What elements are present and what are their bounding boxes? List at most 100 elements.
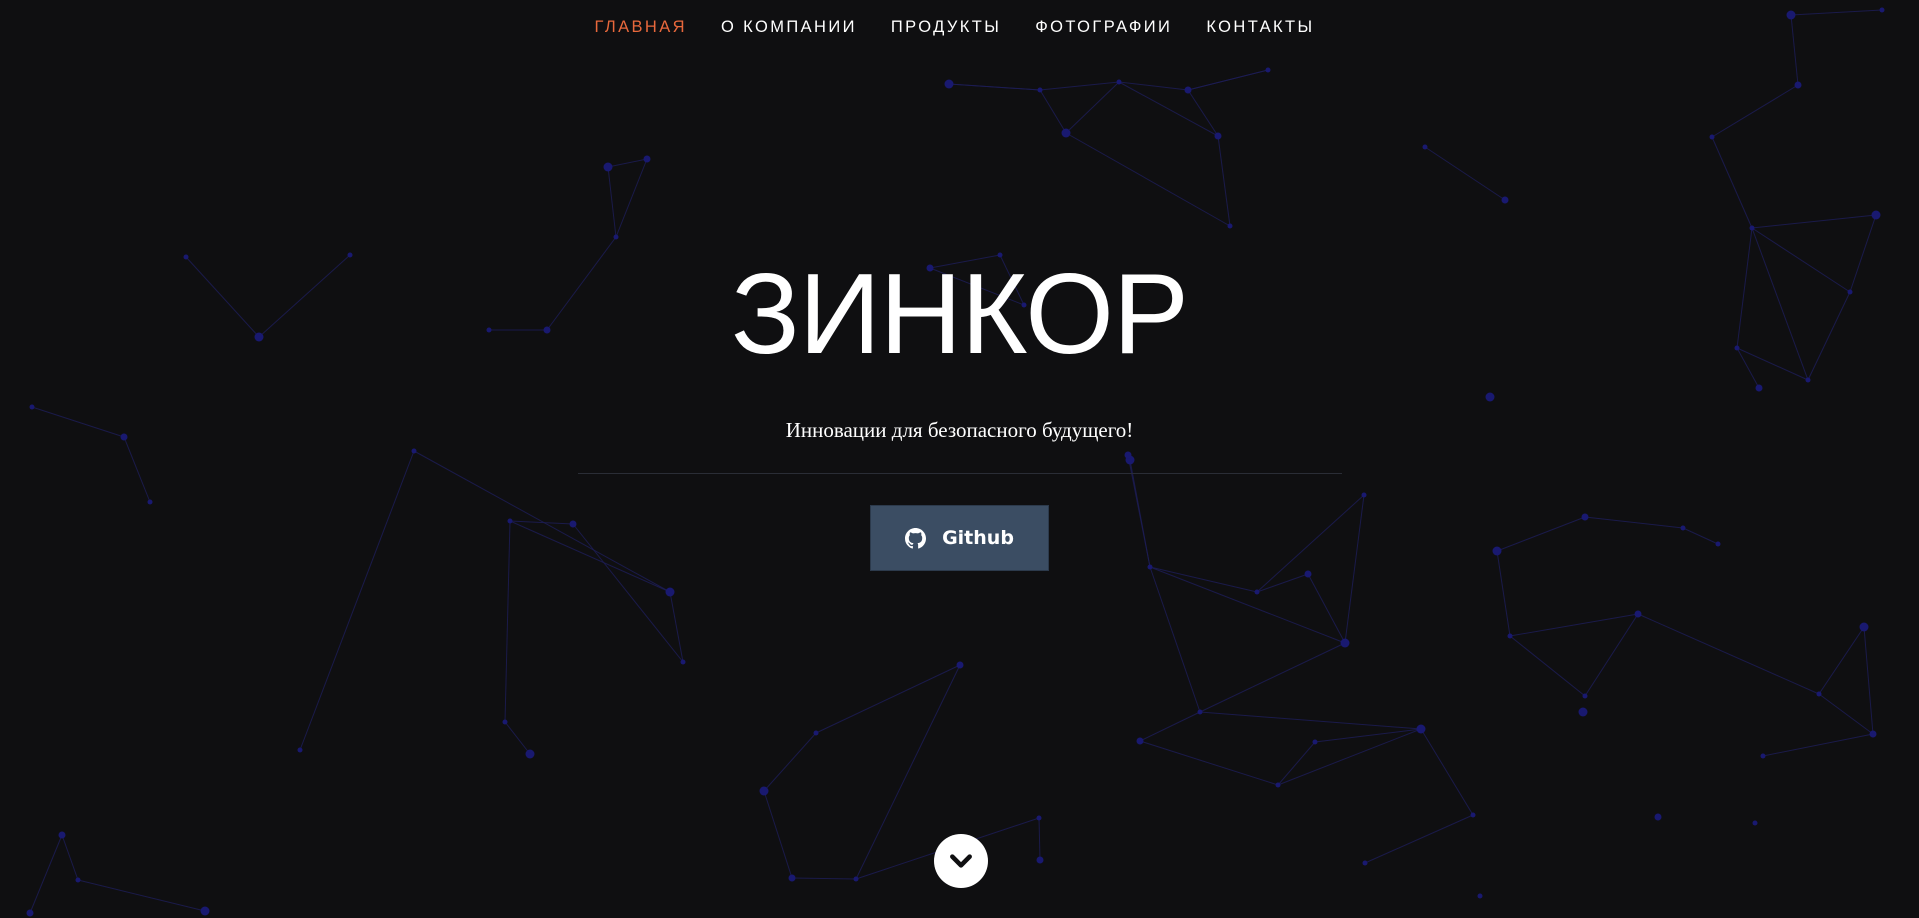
nav-item-home[interactable]: ГЛАВНАЯ <box>594 18 686 37</box>
network-line <box>1149 566 1346 644</box>
network-line <box>763 732 817 792</box>
main-nav: ГЛАВНАЯ О КОМПАНИИ ПРОДУКТЫ ФОТОГРАФИИ К… <box>0 18 1914 37</box>
network-node <box>1680 525 1686 531</box>
network-node <box>1501 196 1509 204</box>
network-node <box>1416 724 1426 734</box>
network-node <box>1422 144 1428 150</box>
network-node <box>1061 128 1071 138</box>
network-node <box>1715 541 1721 547</box>
network-node <box>26 909 34 917</box>
network-node <box>1036 815 1042 821</box>
network-line <box>1256 573 1309 593</box>
network-node <box>1749 225 1755 231</box>
network-node <box>1214 132 1222 140</box>
network-node <box>502 719 508 725</box>
network-node <box>297 747 303 753</box>
network-node <box>1816 691 1822 697</box>
network-line <box>1584 516 1684 529</box>
network-node <box>1036 856 1044 864</box>
network-node <box>1362 860 1368 866</box>
network-line <box>1790 9 1883 16</box>
network-line <box>607 158 648 168</box>
network-node <box>1805 377 1811 383</box>
network-line <box>1187 89 1219 137</box>
network-node <box>1037 87 1043 93</box>
network-node <box>680 659 686 665</box>
network-node <box>1755 384 1763 392</box>
network-node <box>1871 210 1881 220</box>
network-line <box>1818 693 1874 735</box>
network-node <box>1879 7 1885 13</box>
network-node <box>569 520 577 528</box>
network-line <box>1863 626 1874 735</box>
network-line <box>763 790 793 879</box>
network-line <box>1039 81 1120 91</box>
network-line <box>1199 711 1422 730</box>
network-line <box>1762 733 1874 757</box>
network-node <box>643 155 651 163</box>
network-line <box>1818 626 1865 695</box>
network-line <box>1118 81 1219 137</box>
network-node <box>1470 812 1476 818</box>
nav-item-photos[interactable]: ФОТОГРАФИИ <box>1035 18 1172 37</box>
network-line <box>607 166 617 238</box>
network-node <box>1582 693 1588 699</box>
network-node <box>944 79 954 89</box>
network-node <box>1340 638 1350 648</box>
network-node <box>1124 451 1132 459</box>
network-node <box>147 499 153 505</box>
network-node <box>1477 893 1483 899</box>
network-line <box>77 879 206 912</box>
network-line <box>1420 728 1474 816</box>
network-node <box>1869 730 1877 738</box>
network-node <box>1760 753 1766 759</box>
network-line <box>1065 132 1231 227</box>
network-line <box>1217 135 1231 227</box>
network-line <box>1277 741 1316 786</box>
network-line <box>1711 136 1753 229</box>
github-icon <box>905 527 927 548</box>
network-node <box>1859 622 1869 632</box>
network-line <box>1065 81 1120 134</box>
network-line <box>1584 613 1639 697</box>
network-line <box>1496 550 1511 637</box>
network-node <box>1485 392 1495 402</box>
network-line <box>615 158 648 238</box>
network-node <box>1578 707 1588 717</box>
network-node <box>1752 820 1758 826</box>
network-node <box>853 876 859 882</box>
network-line <box>1038 817 1041 861</box>
network-node <box>1361 492 1367 498</box>
network-line <box>1039 89 1067 134</box>
nav-item-products[interactable]: ПРОДУКТЫ <box>891 18 1001 37</box>
network-line <box>1751 214 1877 229</box>
network-line <box>299 450 415 751</box>
nav-item-contacts[interactable]: КОНТАКТЫ <box>1206 18 1314 37</box>
network-line <box>1118 81 1189 91</box>
github-button[interactable]: Github <box>870 505 1049 571</box>
network-node <box>1116 79 1122 85</box>
network-node <box>956 661 964 669</box>
network-line <box>815 664 961 734</box>
network-line <box>791 877 857 880</box>
network-node <box>1312 739 1318 745</box>
landing-page: ГЛАВНАЯ О КОМПАНИИ ПРОДУКТЫ ФОТОГРАФИИ К… <box>0 0 1919 918</box>
network-node <box>1275 782 1281 788</box>
nav-item-about[interactable]: О КОМПАНИИ <box>721 18 857 37</box>
network-line <box>1139 740 1279 786</box>
particle-network-background <box>26 7 1885 917</box>
network-line <box>1187 69 1269 91</box>
network-line <box>61 834 79 881</box>
network-line <box>1509 613 1639 637</box>
network-node <box>1227 223 1233 229</box>
network-node <box>613 234 619 240</box>
network-node <box>1492 546 1502 556</box>
github-button-label: Github <box>942 527 1014 549</box>
network-line <box>123 436 151 503</box>
network-node <box>788 874 796 882</box>
network-line <box>1637 613 1820 695</box>
network-line <box>1496 516 1586 552</box>
network-node <box>1147 564 1153 570</box>
scroll-down-button[interactable] <box>934 834 988 888</box>
network-node <box>1254 589 1260 595</box>
